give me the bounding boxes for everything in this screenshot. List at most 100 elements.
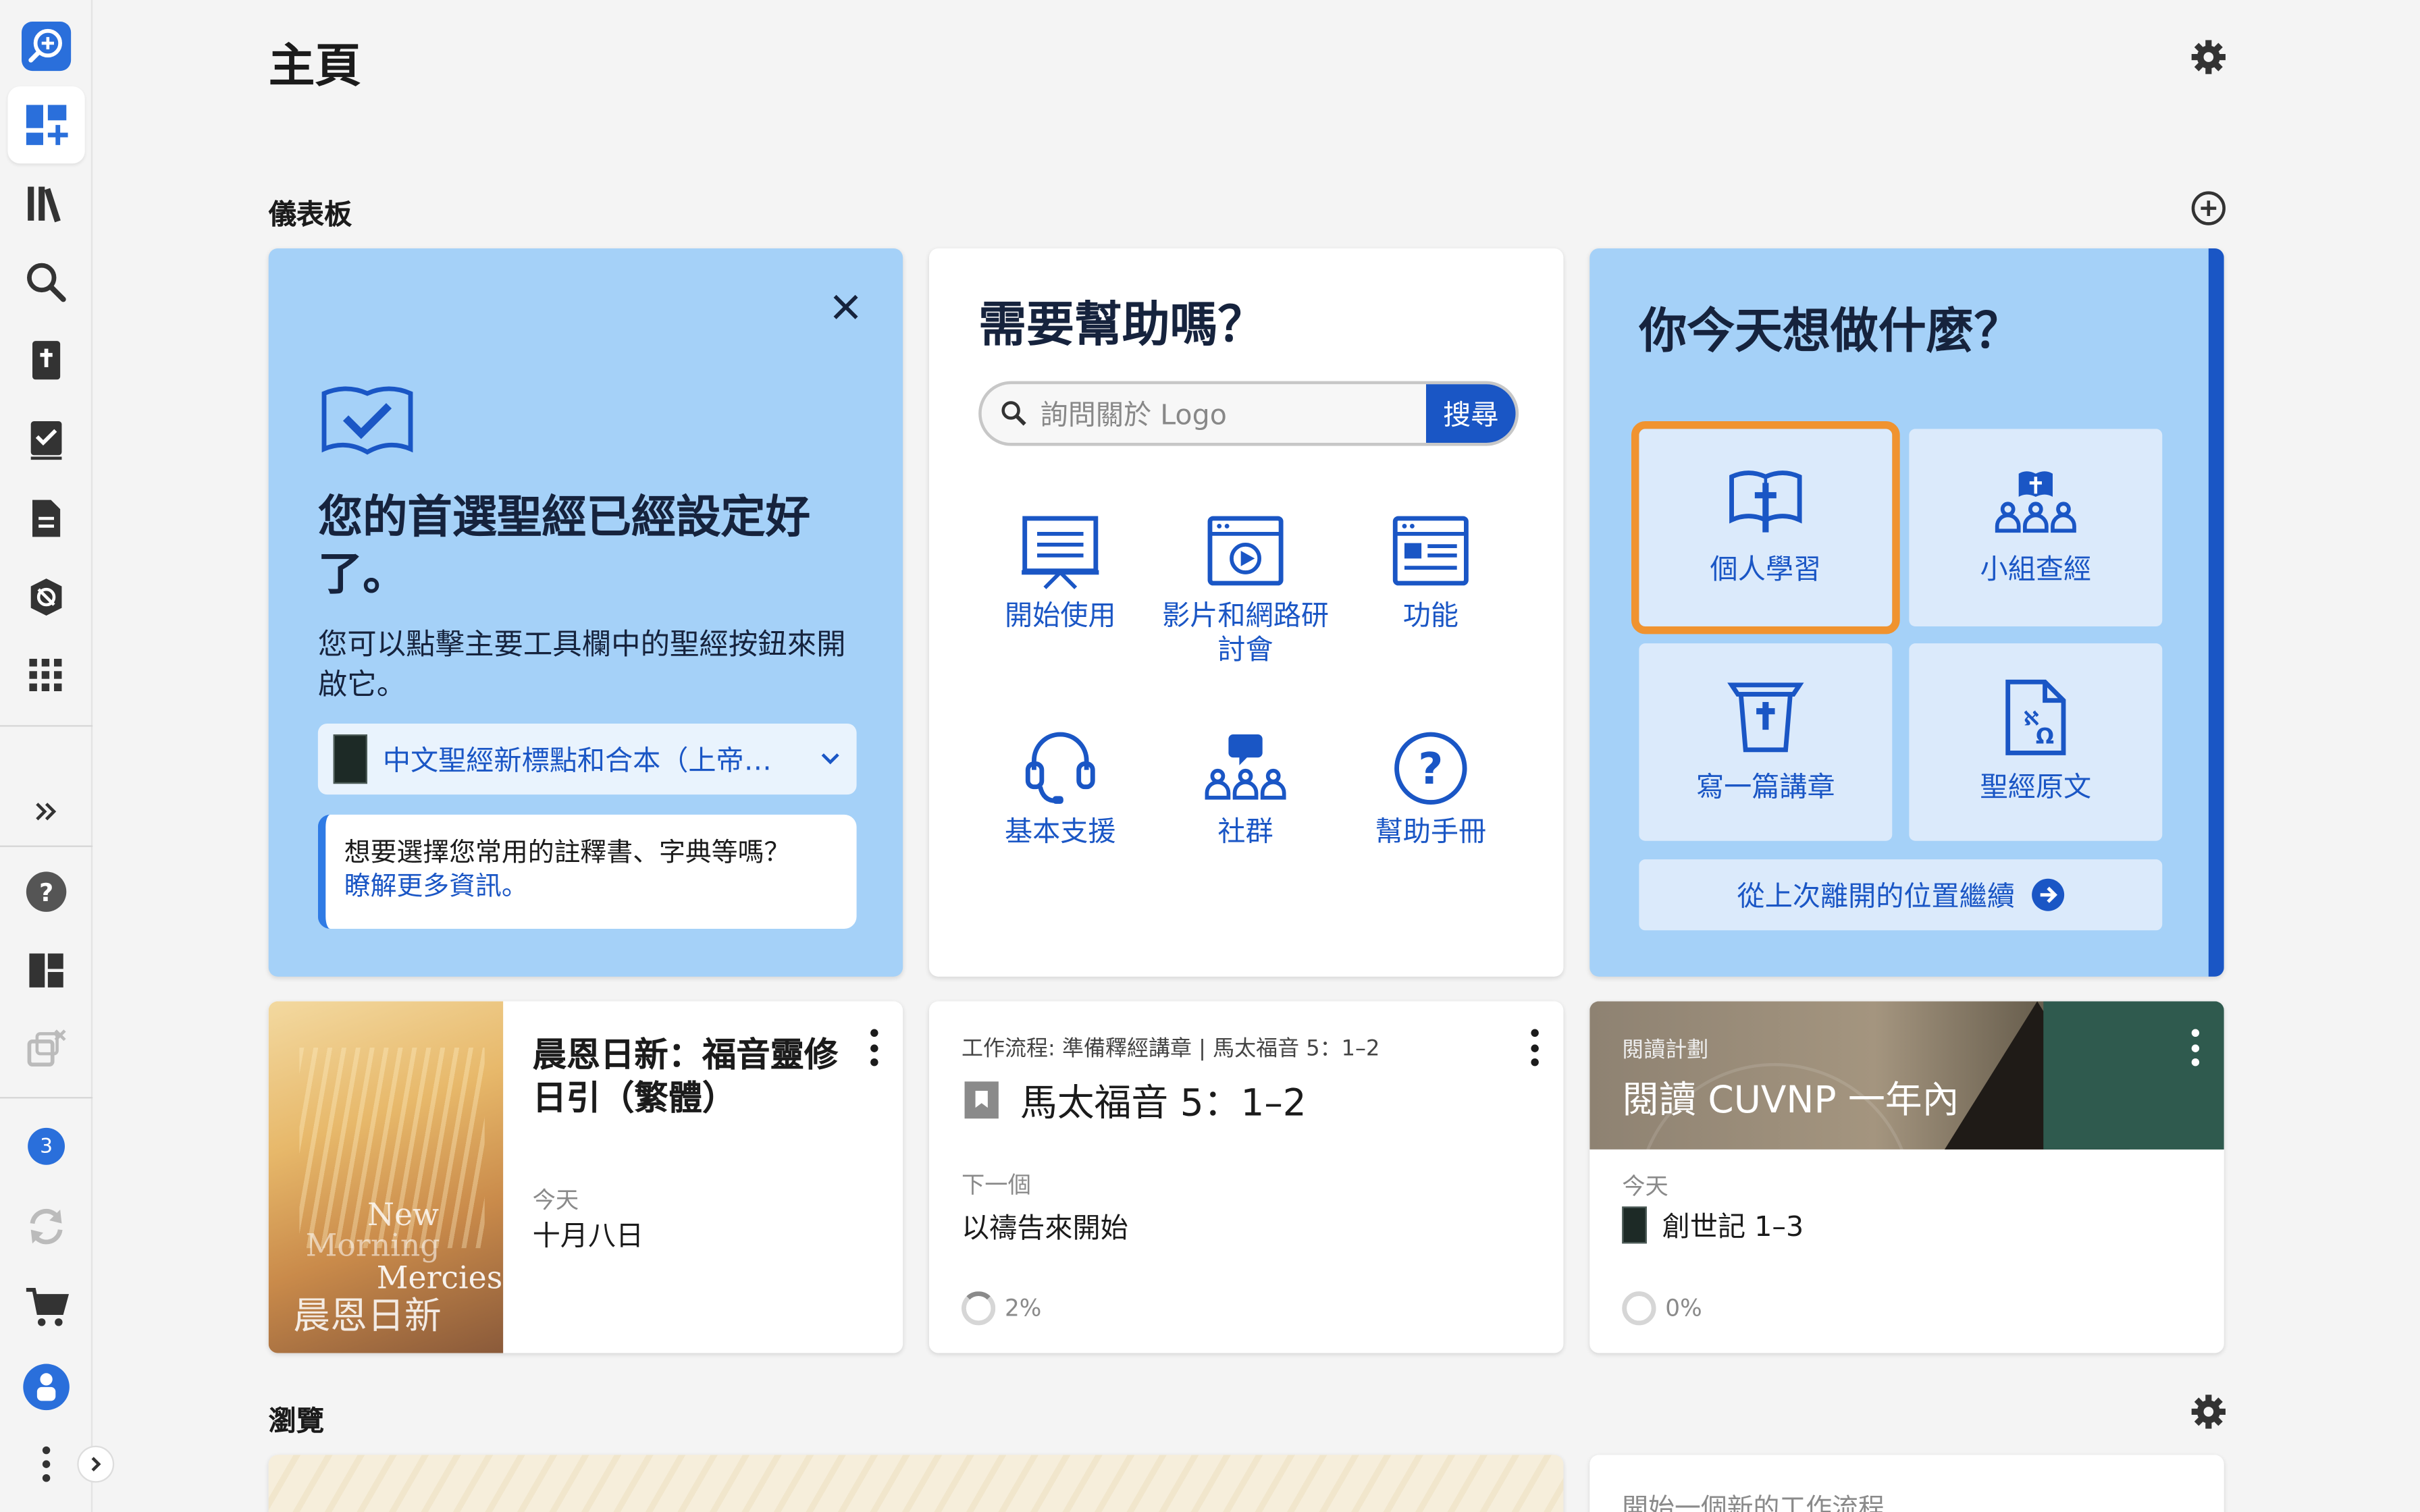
tile-personal-study[interactable]: 個人學習: [1631, 421, 1900, 634]
tile-group-study[interactable]: 小組查經: [1909, 429, 2163, 626]
atlas-icon[interactable]: [7, 558, 84, 635]
checklist-icon[interactable]: [7, 401, 84, 478]
layouts-icon[interactable]: [7, 932, 84, 1009]
pulpit-icon: [1727, 682, 1804, 753]
browse-featured-card[interactable]: [268, 1455, 1564, 1512]
open-bible-icon: [1729, 470, 1802, 533]
library-icon[interactable]: [7, 165, 84, 242]
notifications-badge[interactable]: 3: [7, 1108, 84, 1185]
devotional-date-label: 今天: [532, 1186, 579, 1214]
browse-settings-gear-icon[interactable]: [2188, 1392, 2228, 1432]
sidebar-divider: [0, 1097, 93, 1099]
sidebar: ? 3: [0, 0, 93, 1512]
workflow-next-label: 下一個: [961, 1170, 1031, 1199]
what-to-do-title: 你今天想做什麼？: [1639, 304, 2022, 360]
help-search-placeholder: 詢問關於 Logo: [1040, 399, 1227, 432]
continue-where-left-off-button[interactable]: 從上次離開的位置繼續: [1639, 859, 2163, 931]
what-to-do-card: 你今天想做什麼？ 個人學習 小組查經 寫一篇講章 ℵΩ 聖經原文 從上次離開的位…: [1589, 248, 2224, 977]
reading-progress-value: 0%: [1665, 1294, 1702, 1322]
help-search-input[interactable]: 詢問關於 Logo: [982, 384, 1426, 443]
bible-icon[interactable]: [7, 323, 84, 400]
reading-progress: 0%: [1622, 1291, 1702, 1326]
collapse-toggle-chevron-icon[interactable]: [77, 1445, 115, 1483]
bible-cover-thumbnail: [333, 734, 367, 784]
help-item-label: 功能: [1402, 600, 1458, 633]
sidebar-divider: [0, 845, 93, 847]
close-panels-icon[interactable]: [7, 1010, 84, 1087]
bible-select-value: 中文聖經新標點和合本（上帝…: [382, 745, 772, 778]
help-item-label: 社群: [1217, 816, 1273, 849]
help-item-features[interactable]: 功能: [1338, 514, 1523, 634]
reading-plan-card[interactable]: 閱讀計劃 閱讀 CUVNP 一年內 今天 創世記 1–3 0%: [1589, 1001, 2224, 1353]
search-icon: [1001, 401, 1026, 426]
notification-count: 3: [28, 1127, 65, 1165]
workflow-progress-value: 2%: [1004, 1294, 1042, 1322]
svg-text:?: ?: [1418, 745, 1443, 794]
group-bible-study-icon: [1995, 471, 2076, 533]
sidebar-divider: [0, 725, 93, 727]
community-group-icon: [1205, 734, 1286, 800]
workflow-card[interactable]: 工作流程: 準備釋經講章 | 馬太福音 5：1–2 馬太福音 5：1–2 下一個…: [928, 1001, 1564, 1353]
chevron-down-icon: [821, 753, 839, 765]
welcome-title: 您的首選聖經已經設定好了。: [317, 490, 811, 601]
more-vertical-icon[interactable]: [7, 1426, 84, 1503]
headset-icon: [1025, 732, 1095, 804]
browse-new-workflow-card[interactable]: 開始一個新的工作流程: [1589, 1455, 2224, 1512]
learn-more-link[interactable]: 瞭解更多資訊。: [344, 870, 835, 904]
dashboard-add-icon[interactable]: [7, 86, 85, 164]
help-item-label: 基本支援: [1004, 816, 1116, 849]
account-icon[interactable]: [7, 1349, 84, 1426]
settings-gear-icon[interactable]: [2188, 37, 2228, 77]
search-icon[interactable]: [7, 244, 84, 321]
tip-box: 想要選擇您常用的註釋書、字典等嗎？ 瞭解更多資訊。: [317, 814, 857, 929]
devotional-card[interactable]: New Morning Mercies 晨恩日新 晨恩日新：福音靈修日引（繁體）…: [268, 1001, 903, 1353]
workflow-next-step: 以禱告來開始: [961, 1212, 1128, 1245]
tile-write-sermon[interactable]: 寫一篇講章: [1639, 643, 1893, 841]
reading-plan-kicker: 閱讀計劃: [1622, 1038, 1709, 1063]
help-item-label: 影片和網路研討會: [1162, 600, 1329, 667]
page-title: 主頁: [268, 40, 361, 94]
help-card: 需要幫助嗎？ 詢問關於 Logo 搜尋 開始使用 影片和網路研討會 功能 基本支…: [928, 248, 1564, 977]
help-search-button[interactable]: 搜尋: [1425, 384, 1516, 443]
devotional-date-value: 十月八日: [532, 1220, 644, 1253]
workflow-subtitle: 工作流程: 準備釋經講章 | 馬太福音 5：1–2: [961, 1036, 1380, 1062]
browser-window-icon: [1392, 516, 1469, 586]
sync-icon[interactable]: [7, 1188, 84, 1265]
preferred-bible-card: 您的首選聖經已經設定好了。 您可以點擊主要工具欄中的聖經按鈕來開啟它。 中文聖經…: [268, 248, 903, 977]
welcome-description: 您可以點擊主要工具欄中的聖經按鈕來開啟它。: [317, 628, 846, 702]
help-item-community[interactable]: 社群: [1153, 730, 1338, 850]
tile-label: 個人學習: [1710, 554, 1822, 587]
more-options-icon[interactable]: [866, 1029, 881, 1066]
tile-original-languages[interactable]: ℵΩ 聖經原文: [1909, 643, 2163, 841]
devotional-title: 晨恩日新：福音靈修日引（繁體）: [532, 1036, 839, 1119]
add-widget-icon[interactable]: [2188, 188, 2228, 228]
apps-grid-icon[interactable]: [7, 637, 84, 714]
continue-label: 從上次離開的位置繼續: [1737, 881, 2015, 914]
tip-text: 想要選擇您常用的註釋書、字典等嗎？: [344, 838, 791, 869]
reading-passage: 創世記 1–3: [1662, 1211, 1804, 1244]
help-item-getting-started[interactable]: 開始使用: [968, 514, 1153, 634]
preferred-bible-select[interactable]: 中文聖經新標點和合本（上帝…: [317, 723, 857, 795]
help-search-bar: 詢問關於 Logo 搜尋: [978, 381, 1519, 446]
card-accent-bar: [2208, 248, 2224, 977]
help-item-basic-support[interactable]: 基本支援: [968, 730, 1153, 850]
help-item-label: 開始使用: [1004, 600, 1116, 633]
new-workflow-text: 開始一個新的工作流程: [1622, 1493, 1885, 1512]
tile-label: 寫一篇講章: [1695, 771, 1835, 804]
original-language-document-icon: ℵΩ: [2005, 679, 2066, 755]
more-options-icon[interactable]: [2187, 1029, 2203, 1066]
close-icon[interactable]: [827, 288, 864, 325]
cart-icon[interactable]: [7, 1268, 84, 1345]
help-item-videos-webinars[interactable]: 影片和網路研討會: [1153, 514, 1338, 668]
help-item-help-manual[interactable]: ? 幫助手冊: [1338, 730, 1523, 850]
devotional-cover-image: New Morning Mercies 晨恩日新: [268, 1001, 504, 1353]
document-icon[interactable]: [7, 480, 84, 557]
expand-sidebar-icon[interactable]: [7, 773, 84, 850]
more-options-icon[interactable]: [1527, 1029, 1542, 1066]
arrow-right-circle-icon: [2030, 878, 2063, 911]
help-icon[interactable]: ?: [7, 853, 84, 930]
progress-ring-icon: [1622, 1291, 1656, 1326]
progress-ring-icon: [961, 1291, 996, 1326]
app-logo-search-icon[interactable]: [7, 7, 84, 84]
tile-label: 聖經原文: [1980, 771, 2092, 804]
